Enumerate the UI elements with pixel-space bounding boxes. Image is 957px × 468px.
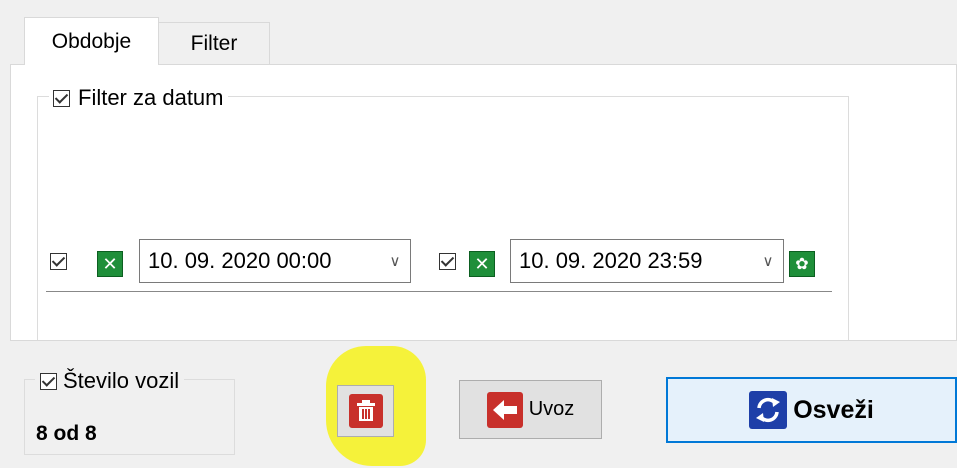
- from-date-checkbox[interactable]: [50, 253, 67, 270]
- vehicles-label: Število vozil: [63, 368, 180, 393]
- vehicles-legend: Število vozil: [35, 367, 185, 395]
- x-icon: ✕: [102, 253, 118, 274]
- tab-obdobje-label: Obdobje: [51, 29, 132, 53]
- arrow-left-icon: [486, 391, 523, 428]
- delete-button[interactable]: [337, 385, 394, 437]
- from-date-picker[interactable]: 10. 09. 2020 00:00 ∨: [139, 239, 411, 283]
- clear-from-button[interactable]: ✕: [97, 251, 123, 277]
- vehicles-checkbox[interactable]: [40, 372, 57, 390]
- refresh-button[interactable]: Osveži: [666, 377, 957, 443]
- date-filter-label: Filter za datum: [78, 85, 224, 110]
- date-divider: [46, 291, 832, 292]
- tab-filter[interactable]: Filter: [158, 22, 270, 64]
- to-date-value: 10. 09. 2020 23:59: [519, 248, 703, 273]
- date-filter-group: [37, 96, 849, 340]
- to-date-checkbox[interactable]: [439, 253, 457, 270]
- tab-obdobje[interactable]: Obdobje: [24, 17, 159, 65]
- gear-icon: ✿: [795, 256, 809, 273]
- chevron-down-icon[interactable]: ∨: [384, 252, 406, 270]
- to-date-picker[interactable]: 10. 09. 2020 23:59 ∨: [510, 239, 784, 283]
- clear-to-button[interactable]: ✕: [469, 251, 495, 277]
- chevron-down-icon[interactable]: ∨: [757, 252, 779, 270]
- from-date-value: 10. 09. 2020 00:00: [148, 248, 332, 273]
- date-filter-legend: Filter za datum: [49, 83, 228, 113]
- date-filter-checkbox[interactable]: [53, 89, 70, 107]
- settings-button[interactable]: ✿: [789, 251, 815, 277]
- trash-icon: [348, 394, 383, 428]
- tab-filter-label: Filter: [190, 31, 238, 55]
- refresh-label: Osveži: [793, 395, 874, 424]
- vehicles-count: 8 od 8: [36, 422, 97, 445]
- x-icon: ✕: [474, 253, 490, 274]
- refresh-icon: [749, 391, 788, 429]
- import-label: Uvoz: [528, 398, 575, 420]
- import-button[interactable]: Uvoz: [459, 380, 602, 439]
